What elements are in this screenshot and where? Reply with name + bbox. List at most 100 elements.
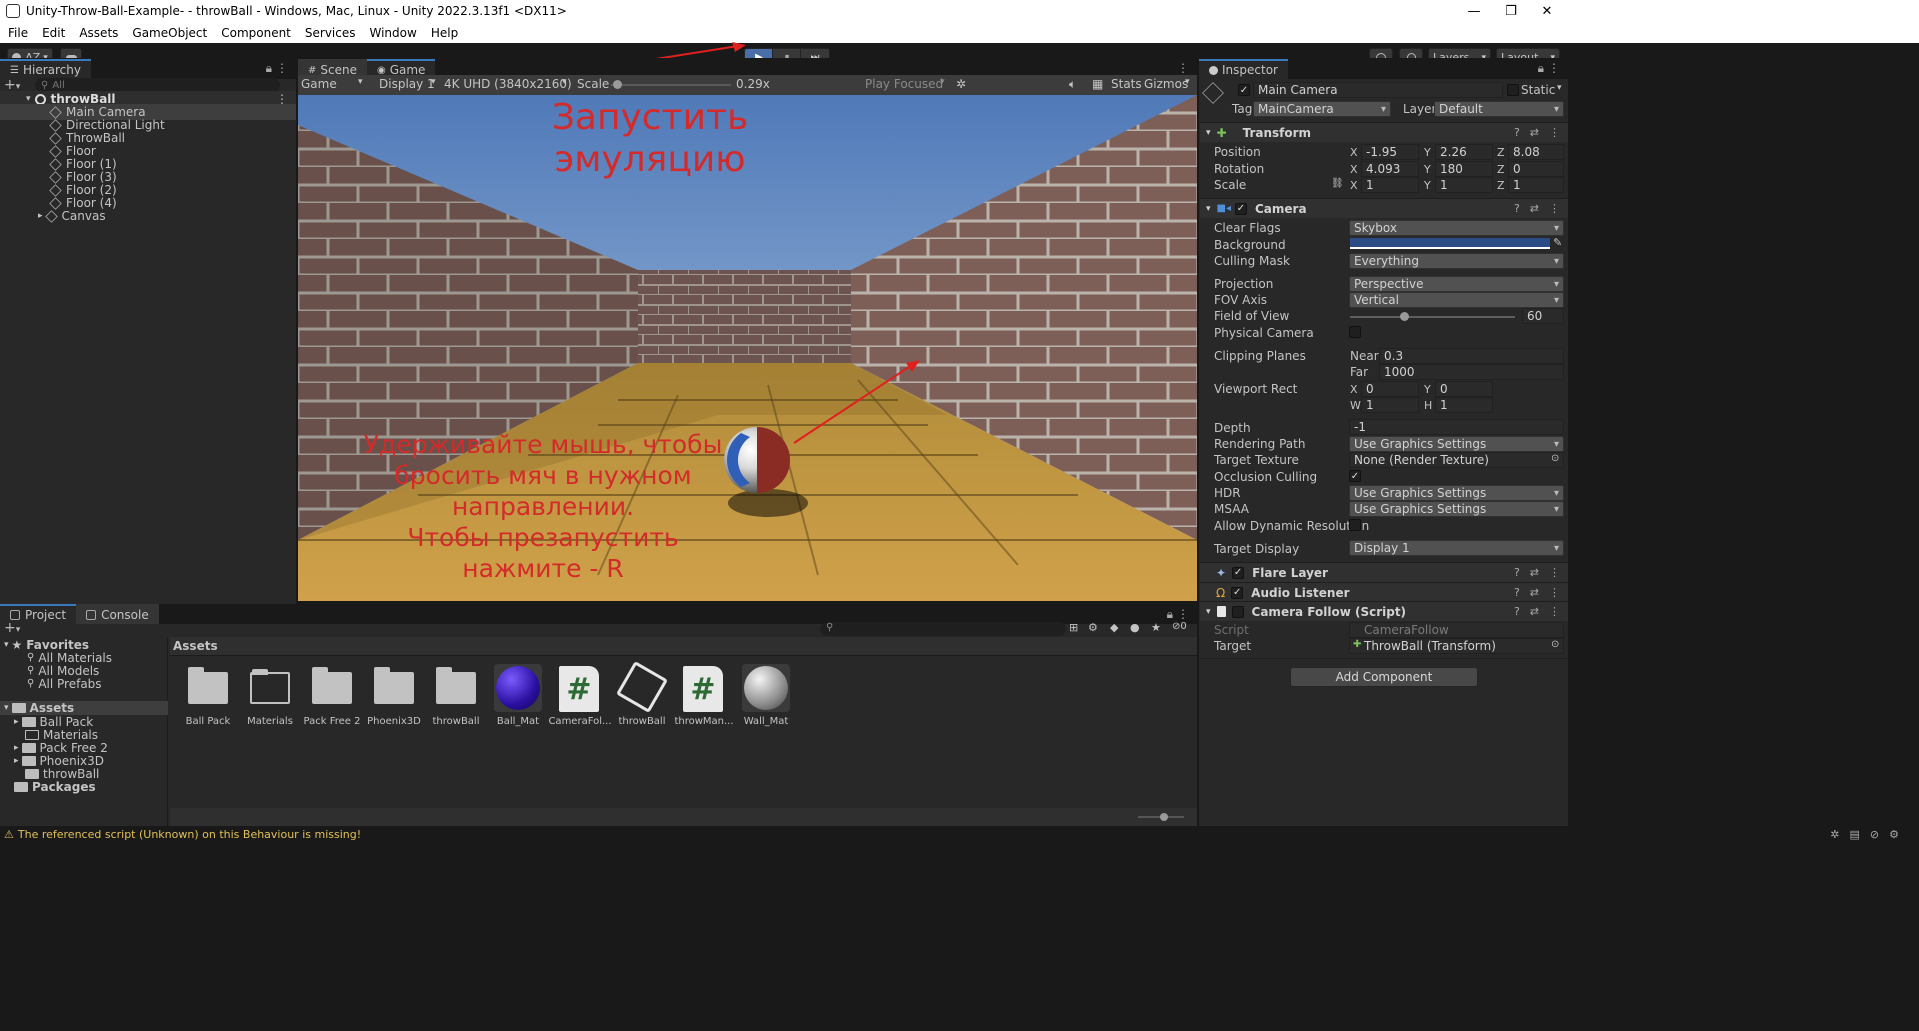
near-field[interactable]: 0.3	[1379, 348, 1564, 364]
menu-window[interactable]: Window	[370, 26, 417, 40]
object-name-field[interactable]: Main Camera	[1253, 82, 1503, 98]
info-circle-icon[interactable]: ●	[1130, 621, 1140, 634]
play-focused-dropdown[interactable]: Play Focused	[865, 77, 943, 91]
target-display-dropdown[interactable]: Display 1	[1349, 540, 1564, 556]
menu-help[interactable]: Help	[431, 26, 458, 40]
mute-audio-icon[interactable]: 🔈︎	[1069, 77, 1076, 92]
viewport-x-field[interactable]: 0	[1361, 381, 1419, 397]
culling-mask-dropdown[interactable]: Everything	[1349, 253, 1564, 269]
project-search-input[interactable]: ⚲	[820, 622, 1066, 636]
object-picker-icon[interactable]: ⊙	[1551, 639, 1559, 650]
preset-icon[interactable]: ⇄	[1530, 605, 1539, 618]
rotation-y-field[interactable]: 180	[1435, 161, 1493, 177]
add-component-button[interactable]: Add Component	[1290, 667, 1478, 687]
camera-enabled-checkbox[interactable]: ✓	[1235, 202, 1247, 215]
physical-camera-checkbox[interactable]	[1349, 326, 1361, 338]
eyedropper-icon[interactable]: ✎	[1553, 236, 1562, 249]
display-dropdown[interactable]: Display 1	[379, 77, 435, 91]
gizmos-button[interactable]: Gizmos	[1144, 77, 1188, 91]
depth-field[interactable]: -1	[1349, 419, 1564, 435]
favorite-star-icon[interactable]: ★	[1151, 621, 1161, 634]
menu-edit[interactable]: Edit	[42, 26, 65, 40]
tab-console[interactable]: Console	[76, 604, 159, 624]
static-checkbox[interactable]	[1507, 84, 1519, 96]
tab-hierarchy[interactable]: ☰ Hierarchy	[0, 59, 91, 79]
link-icon[interactable]: ⛓︎	[1331, 178, 1344, 189]
preset-icon[interactable]: ⇄	[1530, 566, 1539, 579]
packages-root[interactable]: Packages	[14, 780, 96, 794]
occlusion-culling-checkbox[interactable]: ✓	[1349, 470, 1361, 482]
asset-folder-item[interactable]: ▸ Ball Pack	[14, 715, 93, 729]
audio-listener-checkbox[interactable]: ✓	[1231, 586, 1244, 599]
asset-folder-item[interactable]: ▸ Pack Free 2	[14, 741, 108, 755]
tag-dropdown[interactable]: MainCamera	[1253, 101, 1391, 117]
audio-listener-header[interactable]: Ω ✓ Audio Listener ? ⇄ ⋮	[1200, 582, 1568, 602]
asset-folder-item[interactable]: ▸ Phoenix3D	[14, 754, 104, 768]
flare-layer-header[interactable]: ✦ ✓ Flare Layer ? ⇄ ⋮	[1200, 562, 1568, 582]
static-dropdown-arrow[interactable]: ▾	[1557, 83, 1562, 93]
rotation-x-field[interactable]: 4.093	[1361, 161, 1419, 177]
breadcrumb[interactable]: Assets	[173, 639, 218, 653]
favorite-item[interactable]: ⚲ All Materials	[27, 651, 112, 665]
help-icon[interactable]: ?	[1514, 605, 1520, 618]
fov-axis-dropdown[interactable]: Vertical	[1349, 292, 1564, 308]
panel-menu-icon[interactable]: ⋮	[1177, 61, 1189, 75]
scale-slider-knob[interactable]	[613, 80, 622, 89]
dynamic-resolution-checkbox[interactable]	[1349, 519, 1361, 531]
fov-slider[interactable]	[1350, 312, 1515, 321]
rotation-z-field[interactable]: 0	[1508, 161, 1564, 177]
panel-menu-icon[interactable]: ⋮	[276, 61, 288, 75]
hierarchy-search-input[interactable]: ⚲ All	[35, 78, 280, 92]
panel-menu-icon[interactable]: ⋮	[1548, 61, 1560, 75]
search-by-label-icon[interactable]: ⚙	[1088, 621, 1098, 634]
lock-icon[interactable]: 🔒︎	[266, 61, 272, 76]
scale-y-field[interactable]: 1	[1435, 177, 1493, 193]
fov-field[interactable]: 60	[1522, 308, 1564, 324]
favorite-item[interactable]: ⚲ All Prefabs	[27, 677, 102, 691]
hierarchy-item[interactable]: ▸ Canvas	[0, 208, 296, 224]
hidden-count[interactable]: ⊘0	[1172, 621, 1187, 632]
resolution-dropdown[interactable]: 4K UHD (3840x2160)	[444, 77, 572, 91]
scale-slider[interactable]	[611, 80, 731, 89]
preset-icon[interactable]: ⇄	[1530, 202, 1539, 215]
shortcuts-icon[interactable]: ▦	[1092, 77, 1103, 91]
view-dropdown[interactable]: Game	[301, 77, 337, 91]
create-asset-button[interactable]: +▾	[4, 620, 20, 636]
status-bar[interactable]: ⚠ The referenced script (Unknown) on thi…	[0, 826, 1919, 842]
layer-dropdown[interactable]: Default	[1434, 101, 1564, 117]
far-field[interactable]: 1000	[1379, 364, 1564, 380]
position-y-field[interactable]: 2.26	[1435, 144, 1493, 160]
hdr-dropdown[interactable]: Use Graphics Settings	[1349, 485, 1564, 501]
active-checkbox[interactable]: ✓	[1238, 84, 1250, 96]
menu-component[interactable]: Component	[221, 26, 291, 40]
menu-gameobject[interactable]: GameObject	[132, 26, 207, 40]
flare-layer-checkbox[interactable]: ✓	[1232, 566, 1245, 579]
tag-icon[interactable]: ◆	[1110, 621, 1118, 634]
stats-button[interactable]: Stats	[1111, 77, 1142, 91]
component-menu-icon[interactable]: ⋮	[1549, 566, 1560, 579]
component-menu-icon[interactable]: ⋮	[1549, 126, 1560, 139]
scale-z-field[interactable]: 1	[1508, 177, 1564, 193]
menu-services[interactable]: Services	[305, 26, 356, 40]
viewport-y-field[interactable]: 0	[1435, 381, 1493, 397]
transform-header[interactable]: ▾ ✚ Transform ? ⇄ ⋮	[1200, 122, 1568, 142]
bug-icon[interactable]: ✲	[956, 77, 966, 91]
preset-icon[interactable]: ⇄	[1530, 586, 1539, 599]
clear-flags-dropdown[interactable]: Skybox	[1349, 220, 1564, 236]
viewport-h-field[interactable]: 1	[1435, 397, 1493, 413]
help-icon[interactable]: ?	[1514, 566, 1520, 579]
expand-arrow-icon[interactable]: ▸	[38, 211, 43, 221]
background-color-swatch[interactable]	[1350, 238, 1550, 249]
search-by-type-icon[interactable]: ⊞	[1069, 621, 1078, 634]
camera-follow-checkbox[interactable]	[1231, 605, 1244, 618]
game-viewport[interactable]: Запустить эмуляцию Удерживайте мышь, что…	[298, 95, 1197, 601]
assets-root[interactable]: ▾ Assets	[0, 701, 168, 715]
component-menu-icon[interactable]: ⋮	[1549, 586, 1560, 599]
preset-icon[interactable]: ⇄	[1530, 126, 1539, 139]
icon-size-slider-knob[interactable]	[1160, 813, 1168, 821]
rendering-path-dropdown[interactable]: Use Graphics Settings	[1349, 436, 1564, 452]
help-icon[interactable]: ?	[1514, 586, 1520, 599]
position-z-field[interactable]: 8.08	[1508, 144, 1564, 160]
target-field[interactable]: ThrowBall (Transform)	[1349, 638, 1564, 654]
help-icon[interactable]: ?	[1514, 126, 1520, 139]
